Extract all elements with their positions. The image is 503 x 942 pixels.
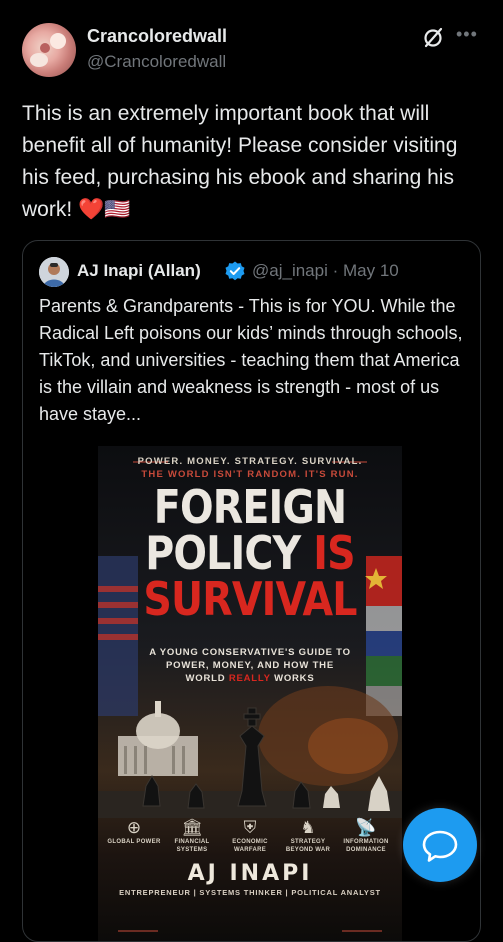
quoted-author-meta: @aj_inapi · May 10 xyxy=(252,261,399,281)
quoted-post-date[interactable]: May 10 xyxy=(343,261,399,280)
shield-icon: ⛨ xyxy=(243,818,257,837)
more-icon[interactable]: ••• xyxy=(456,24,478,45)
book-title-line3: SURVIVAL xyxy=(143,572,357,626)
compose-message-button[interactable] xyxy=(403,808,477,882)
verified-badge-icon xyxy=(225,261,245,281)
author-avatar[interactable] xyxy=(22,23,76,77)
quoted-post-text: Parents & Grandparents - This is for YOU… xyxy=(39,296,463,424)
chat-bubble-icon xyxy=(422,830,458,862)
quoted-author-avatar[interactable] xyxy=(39,257,69,287)
book-subtitle-highlight: REALLY xyxy=(228,673,271,684)
pillar-economic-warfare: ⛨ ECONOMIC WARFARE xyxy=(222,818,278,854)
book-subtitle-b: WORKS xyxy=(274,673,315,684)
book-author: AJ INAPI xyxy=(187,861,313,886)
chess-piece-icon: ♞ xyxy=(300,818,316,837)
post-text: This is an extremely important book that… xyxy=(22,102,458,221)
author-handle[interactable]: @Crancoloredwall xyxy=(87,52,226,72)
pillar-information-dominance: 📡 INFORMATION DOMINANCE xyxy=(338,818,394,854)
globe-icon: ⊕ xyxy=(126,818,142,837)
quoted-author-handle[interactable]: @aj_inapi xyxy=(252,261,328,280)
book-cover-image[interactable]: POWER. MONEY. STRATEGY. SURVIVAL. THE WO… xyxy=(98,446,402,941)
author-name[interactable]: Crancoloredwall xyxy=(87,26,227,47)
book-author-roles: ENTREPRENEUR | SYSTEMS THINKER | POLITIC… xyxy=(119,888,381,897)
pillar-financial-systems: 🏛 FINANCIAL SYSTEMS xyxy=(164,818,220,854)
satellite-icon: 📡 xyxy=(355,818,377,837)
book-title-line2: POLICY IS xyxy=(119,530,380,576)
pillar-strategy-beyond-war: ♞ STRATEGY BEYOND WAR xyxy=(280,818,336,854)
grok-icon[interactable] xyxy=(422,26,444,48)
bank-icon: 🏛 xyxy=(181,818,203,837)
book-tagline: POWER. MONEY. STRATEGY. SURVIVAL. xyxy=(137,456,363,467)
book-tagline-secondary: THE WORLD ISN'T RANDOM. IT'S RUN. xyxy=(141,469,359,480)
meta-separator: · xyxy=(332,261,339,280)
book-subtitle: A YOUNG CONSERVATIVE'S GUIDE TO POWER, M… xyxy=(148,646,352,685)
quoted-author-name[interactable]: AJ Inapi (Allan) xyxy=(77,261,201,281)
pillar-global-power: ⊕ GLOBAL POWER xyxy=(107,818,161,845)
book-title-line1: FOREIGN xyxy=(153,480,347,534)
